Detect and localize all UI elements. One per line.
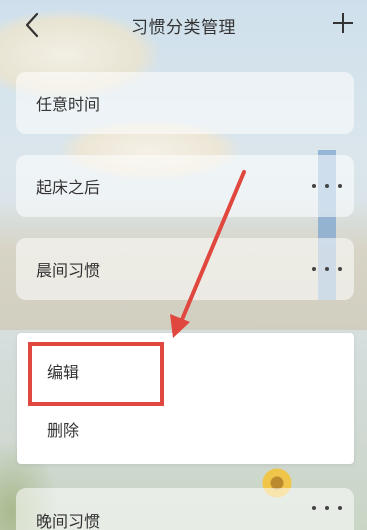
category-label: 任意时间	[36, 95, 101, 114]
menu-item-label: 删除	[47, 421, 80, 440]
dot-icon	[338, 267, 342, 271]
dot-icon	[312, 506, 316, 510]
category-card[interactable]: 起床之后	[16, 155, 354, 217]
category-card[interactable]: 晚间习惯	[16, 488, 354, 530]
dot-icon	[312, 267, 316, 271]
category-label: 晚间习惯	[36, 512, 101, 530]
category-card[interactable]: 任意时间	[16, 72, 354, 134]
category-label: 起床之后	[36, 178, 101, 197]
dot-icon	[312, 184, 316, 188]
more-options-button[interactable]	[312, 499, 342, 517]
dot-icon	[325, 506, 329, 510]
top-bar: 习惯分类管理	[0, 0, 367, 52]
page-title: 习惯分类管理	[131, 18, 236, 38]
dot-icon	[338, 184, 342, 188]
category-card[interactable]: 晨间习惯	[16, 238, 354, 300]
more-options-button[interactable]	[312, 177, 342, 195]
more-options-button[interactable]	[312, 260, 342, 278]
dot-icon	[325, 184, 329, 188]
category-label: 晨间习惯	[36, 261, 101, 280]
menu-item-delete[interactable]: 删除	[17, 403, 354, 455]
add-category-button[interactable]	[328, 8, 358, 38]
plus-icon	[333, 13, 353, 33]
annotation-highlight-box	[28, 342, 164, 406]
dot-icon	[338, 506, 342, 510]
dot-icon	[325, 267, 329, 271]
